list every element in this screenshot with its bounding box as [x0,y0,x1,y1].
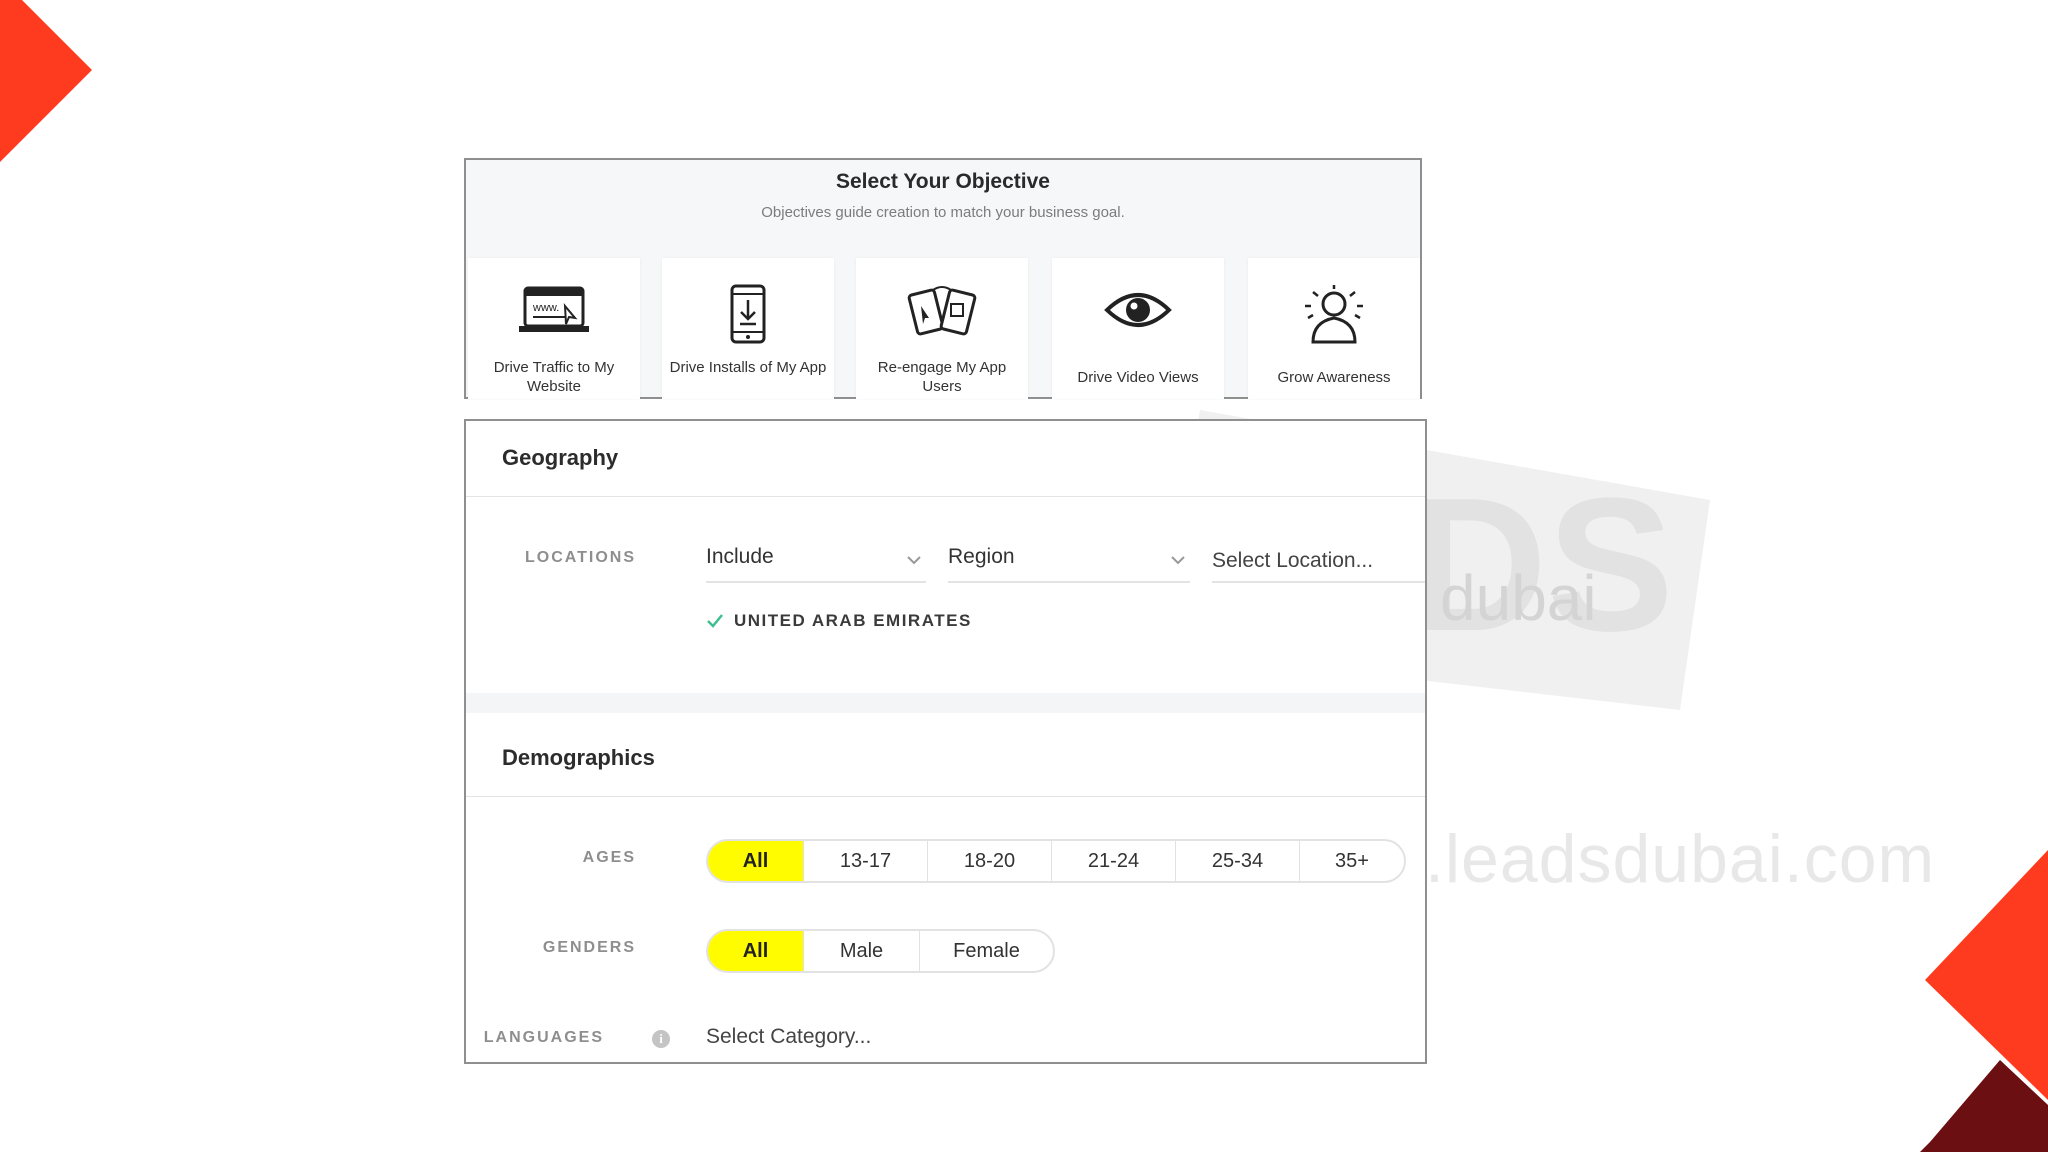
age-option-25-34[interactable]: 25-34 [1176,841,1300,881]
locations-label: LOCATIONS [524,549,636,566]
demographics-heading: Demographics [502,745,655,770]
targeting-panel: Geography LOCATIONS Include Region UNITE… [464,419,1427,1064]
ages-label: AGES [582,849,636,866]
gender-option-male[interactable]: Male [804,931,920,971]
include-dropdown[interactable]: Include [706,541,926,583]
objective-card-app-installs[interactable]: Drive Installs of My App [662,258,834,399]
region-dropdown[interactable]: Region [948,541,1190,583]
watermark-text: .leadsdubai.com [1425,821,1936,897]
geography-heading: Geography [502,445,619,470]
section-separator [466,693,1425,713]
languages-label: LANGUAGES [483,1029,604,1046]
age-option-35-plus[interactable]: 35+ [1300,841,1404,881]
divider [466,796,1425,797]
objective-card-label: Grow Awareness [1277,369,1391,386]
chevron-down-icon [907,556,921,565]
ages-selector: All 13-17 18-20 21-24 25-34 35+ [706,839,1406,883]
objective-card-label: Drive Traffic to My Website [493,359,615,395]
chevron-down-icon [1171,556,1185,565]
genders-label: GENDERS [542,939,636,956]
objective-cards: www. Drive Traffic to My Website Drive I… [466,258,1420,399]
gender-option-female[interactable]: Female [920,931,1053,971]
re-engage-icon [907,286,977,336]
include-dropdown-value: Include [706,545,774,568]
selected-location-text: UNITED ARAB EMIRATES [734,611,972,630]
objective-card-label: Drive Installs of My App [669,359,827,376]
objective-card-label: Re-engage My App Users [877,359,1007,395]
region-dropdown-value: Region [948,545,1015,568]
age-option-13-17[interactable]: 13-17 [804,841,928,881]
objective-panel: Select Your Objective Objectives guide c… [464,158,1422,399]
divider [466,496,1425,497]
objective-card-website[interactable]: www. Drive Traffic to My Website [468,258,640,399]
objective-card-label: Drive Video Views [1077,369,1199,386]
corner-decoration-bottom-right [1920,850,2048,1152]
app-install-icon [730,284,766,344]
info-icon[interactable]: i [652,1030,670,1048]
watermark-logo-text: dubai [1440,562,1597,634]
eye-icon [1104,293,1172,327]
objective-card-awareness[interactable]: Grow Awareness [1248,258,1420,399]
languages-select-input[interactable] [706,1017,1006,1057]
check-icon [707,614,723,628]
objective-subtitle: Objectives guide creation to match your … [761,204,1125,221]
awareness-icon [1305,285,1363,344]
age-option-all[interactable]: All [708,841,804,881]
corner-decoration-top-left [0,0,92,162]
age-option-21-24[interactable]: 21-24 [1052,841,1176,881]
website-icon: www. [519,286,589,332]
age-option-18-20[interactable]: 18-20 [928,841,1052,881]
gender-option-all[interactable]: All [708,931,804,971]
slide: DS dubai .leadsdubai.com Select Your Obj… [0,0,2048,1152]
objective-title: Select Your Objective [836,170,1050,193]
objective-card-video-views[interactable]: Drive Video Views [1052,258,1224,399]
objective-card-re-engage[interactable]: Re-engage My App Users [856,258,1028,399]
location-search-input[interactable] [1212,541,1425,583]
genders-selector: All Male Female [706,929,1055,973]
svg-text:www.: www. [532,302,559,314]
